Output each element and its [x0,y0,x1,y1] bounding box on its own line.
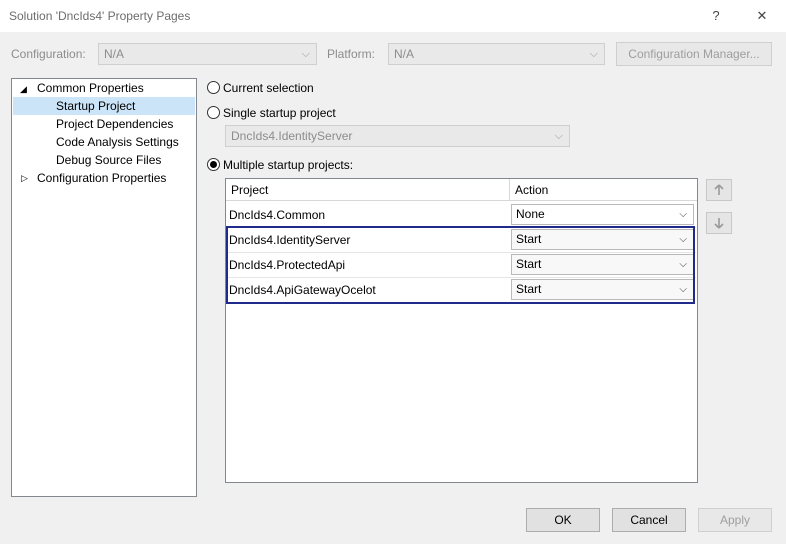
single-startup-select[interactable]: DncIds4.IdentityServer ⌵ [225,125,570,147]
configuration-label: Configuration: [11,47,86,61]
multiple-startup-label: Multiple startup projects: [223,158,354,172]
current-selection-radio[interactable] [207,81,220,94]
tree-item-startup-project[interactable]: Startup Project [13,97,195,115]
arrow-down-icon [714,218,724,229]
action-value: None [516,207,545,221]
platform-label: Platform: [327,47,376,61]
startup-projects-grid: Project Action DncIds4.Common None ⌵ Dnc… [225,178,698,483]
chevron-down-icon: ⌵ [554,130,563,142]
single-startup-value: DncIds4.IdentityServer [231,129,353,143]
configuration-select[interactable]: N/A ⌵ [98,43,317,65]
tree-item-project-dependencies[interactable]: Project Dependencies [56,115,173,133]
column-header-action[interactable]: Action [510,179,697,201]
single-startup-radio[interactable] [207,106,220,119]
expanded-icon[interactable]: ◢ [20,84,27,95]
collapsed-icon[interactable]: ▷ [21,173,28,184]
tree-item-common-properties[interactable]: Common Properties [37,79,144,97]
move-down-button[interactable] [706,212,732,234]
apply-button[interactable]: Apply [698,508,772,532]
platform-select[interactable]: N/A ⌵ [388,43,605,65]
move-up-button[interactable] [706,179,732,201]
single-startup-label: Single startup project [223,106,336,120]
help-button[interactable]: ? [703,6,729,26]
window-title: Solution 'DncIds4' Property Pages [9,9,191,23]
tree-item-configuration-properties[interactable]: Configuration Properties [37,169,166,187]
tree-item-code-analysis-settings[interactable]: Code Analysis Settings [56,133,179,151]
tree-item-debug-source-files[interactable]: Debug Source Files [56,151,161,169]
project-name: DncIds4.Common [229,208,326,222]
column-header-project[interactable]: Project [226,179,510,201]
action-select[interactable]: None ⌵ [511,204,694,225]
current-selection-label: Current selection [223,81,314,95]
configuration-manager-button[interactable]: Configuration Manager... [616,42,772,66]
ok-button[interactable]: OK [526,508,600,532]
multiple-startup-radio[interactable] [207,158,220,171]
close-button[interactable]: ✕ [749,6,775,26]
selection-highlight [226,226,695,304]
arrow-up-icon [714,184,724,195]
chevron-down-icon: ⌵ [679,209,687,220]
configuration-value: N/A [104,47,125,61]
cancel-button[interactable]: Cancel [612,508,686,532]
chevron-down-icon: ⌵ [589,48,598,60]
chevron-down-icon: ⌵ [301,48,310,60]
property-tree: ◢ Common Properties Startup Project Proj… [11,78,197,497]
platform-value: N/A [394,47,415,61]
